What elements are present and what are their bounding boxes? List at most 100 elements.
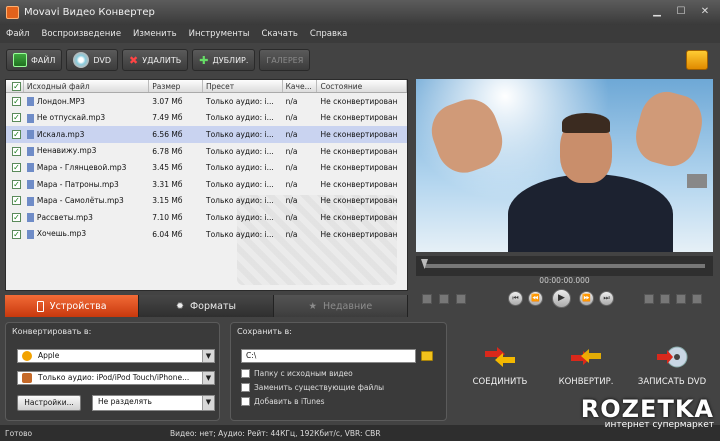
file-quality-cell: n/a — [285, 196, 298, 206]
tab-recent[interactable]: ★ Недавние — [273, 295, 408, 317]
row-check-cell[interactable]: ✓ — [6, 113, 24, 123]
minimize-icon[interactable]: ▁ — [650, 6, 664, 18]
cut-icon[interactable] — [456, 294, 466, 304]
toolbox-icon[interactable] — [686, 50, 708, 70]
preview-person-hair — [562, 113, 610, 133]
table-row[interactable]: ✓ Не отпускай.mp3 7.49 Мб Только аудио: i..… — [6, 110, 407, 127]
duplicate-button[interactable]: ✚ ДУБЛИР. — [192, 49, 256, 71]
settings-button[interactable]: Настройки... — [17, 395, 81, 411]
menu-tools[interactable]: Инструменты — [189, 29, 250, 39]
star-icon: ★ — [308, 300, 317, 312]
play-icon[interactable]: ▶ — [552, 289, 571, 308]
opt-itunes[interactable]: Добавить в iTunes — [241, 397, 325, 406]
preview-sign — [687, 174, 707, 188]
col-source-file[interactable]: Исходный файл — [24, 80, 150, 92]
mark-out-icon[interactable] — [439, 294, 449, 304]
check-all-icon[interactable]: ✓ — [12, 82, 21, 91]
opt-replace[interactable]: Заменить существующие файлы — [241, 383, 384, 392]
film-plus-icon — [13, 53, 27, 67]
timeline[interactable] — [416, 256, 713, 276]
preset-select[interactable]: Только аудио: iPod/iPod Touch/iPhone... … — [17, 371, 215, 385]
file-name-cell: Искала.mp3 — [24, 130, 149, 140]
row-check-cell[interactable]: ✓ — [6, 129, 24, 139]
audio-file-icon — [26, 213, 34, 223]
table-row[interactable]: ✓ Хочешь.mp3 6.04 Мб Только аудио: i... n/a Н… — [6, 226, 407, 243]
fast-forward-icon[interactable]: ⏩ — [579, 291, 594, 306]
file-quality-cell: n/a — [285, 113, 298, 123]
checkbox[interactable] — [241, 383, 250, 392]
mark-in-icon[interactable] — [422, 294, 432, 304]
volume-icon[interactable] — [676, 294, 686, 304]
row-check-cell[interactable]: ✓ — [6, 96, 24, 106]
checkbox[interactable]: ✓ — [12, 113, 21, 123]
file-size-cell: 3.45 Мб — [152, 163, 183, 173]
audio-file-icon — [26, 130, 34, 140]
menu-playback[interactable]: Воспроизведение — [41, 29, 121, 39]
checkbox[interactable] — [241, 397, 250, 406]
checkbox[interactable] — [241, 369, 250, 378]
table-row[interactable]: ✓ Мара - Патроны.mp3 3.31 Мб Только аудио: … — [6, 176, 407, 193]
device-select[interactable]: Apple ▼ — [17, 349, 215, 363]
split-select[interactable]: Не разделять ▼ — [92, 395, 215, 411]
tab-devices[interactable]: Устройства — [5, 295, 140, 317]
file-name-cell: Мара - Самолёты.mp3 — [24, 196, 149, 206]
file-name: Хочешь.mp3 — [36, 229, 87, 239]
close-icon[interactable]: ✕ — [698, 6, 712, 18]
col-status[interactable]: Состояние — [317, 80, 407, 92]
table-row[interactable]: ✓ Мара - Глянцевой.mp3 3.45 Мб Только аудио… — [6, 159, 407, 176]
col-size[interactable]: Размер — [149, 80, 204, 92]
settings-icon[interactable] — [660, 294, 670, 304]
burn-dvd-button[interactable]: ЗАПИСАТЬ DVD — [632, 345, 712, 387]
row-check-cell[interactable]: ✓ — [6, 146, 24, 156]
table-row[interactable]: ✓ Лондон.MP3 3.07 Мб Только аудио: i... n/a Н… — [6, 93, 407, 110]
col-quality[interactable]: Каче... — [283, 80, 318, 92]
timeline-track[interactable] — [424, 264, 705, 268]
chevron-down-icon[interactable]: ▼ — [202, 350, 214, 362]
gallery-button[interactable]: ГАЛЕРЕЯ — [259, 49, 311, 71]
tab-formats[interactable]: ✹ Форматы — [139, 295, 274, 317]
checkbox[interactable]: ✓ — [12, 196, 21, 206]
snapshot-icon[interactable] — [644, 294, 654, 304]
file-list-header: ✓ Исходный файл Размер Пресет Каче... Со… — [6, 80, 407, 93]
menu-file[interactable]: Файл — [6, 29, 29, 39]
select-all-column[interactable]: ✓ — [6, 80, 24, 92]
output-tabs: Устройства ✹ Форматы ★ Недавние — [5, 295, 408, 317]
menu-download[interactable]: Скачать — [261, 29, 297, 39]
dvd-button[interactable]: DVD — [66, 49, 119, 71]
checkbox[interactable]: ✓ — [12, 163, 21, 173]
opt-source-folder[interactable]: Папку с исходным видео — [241, 369, 353, 378]
checkbox[interactable]: ✓ — [12, 96, 21, 106]
skip-back-icon[interactable]: ⏮ — [508, 291, 523, 306]
rewind-icon[interactable]: ⏪ — [528, 291, 543, 306]
row-check-cell[interactable]: ✓ — [6, 212, 24, 222]
file-status-cell: Не сконвертирован — [320, 163, 398, 173]
skip-forward-icon[interactable]: ⏭ — [599, 291, 614, 306]
checkbox[interactable]: ✓ — [12, 146, 21, 156]
chevron-down-icon[interactable]: ▼ — [202, 372, 214, 384]
table-row[interactable]: ✓ Мара - Самолёты.mp3 3.15 Мб Только аудио:… — [6, 193, 407, 210]
menu-help[interactable]: Справка — [310, 29, 347, 39]
convert-button[interactable]: КОНВЕРТИР. — [546, 345, 626, 387]
table-row[interactable]: ✓ Рассветы.mp3 7.10 Мб Только аудио: i... n/… — [6, 209, 407, 226]
row-check-cell[interactable]: ✓ — [6, 163, 24, 173]
save-path-input[interactable]: C:\ — [241, 349, 416, 363]
maximize-icon[interactable]: ☐ — [674, 6, 688, 18]
menu-edit[interactable]: Изменить — [133, 29, 177, 39]
checkbox[interactable]: ✓ — [12, 229, 21, 239]
row-check-cell[interactable]: ✓ — [6, 229, 24, 239]
row-check-cell[interactable]: ✓ — [6, 196, 24, 206]
delete-button[interactable]: ✖ УДАЛИТЬ — [122, 49, 189, 71]
join-button[interactable]: СОЕДИНИТЬ — [460, 345, 540, 387]
table-row[interactable]: ✓ Ненавижу.mp3 6.78 Мб Только аудио: i... n/… — [6, 143, 407, 160]
col-preset[interactable]: Пресет — [203, 80, 283, 92]
folder-icon[interactable] — [421, 351, 433, 361]
table-row[interactable]: ✓ Искала.mp3 6.56 Мб Только аудио: i... n/a Н… — [6, 126, 407, 143]
add-file-button[interactable]: ФАЙЛ — [6, 49, 63, 71]
checkbox[interactable]: ✓ — [12, 129, 21, 139]
chevron-down-icon[interactable]: ▼ — [202, 396, 214, 410]
fullscreen-icon[interactable] — [692, 294, 702, 304]
checkbox[interactable]: ✓ — [12, 179, 21, 189]
row-check-cell[interactable]: ✓ — [6, 179, 24, 189]
checkbox[interactable]: ✓ — [12, 212, 21, 222]
app-window: Movavi Видео Конвертер ▁ ☐ ✕ Файл Воспро… — [0, 0, 720, 441]
